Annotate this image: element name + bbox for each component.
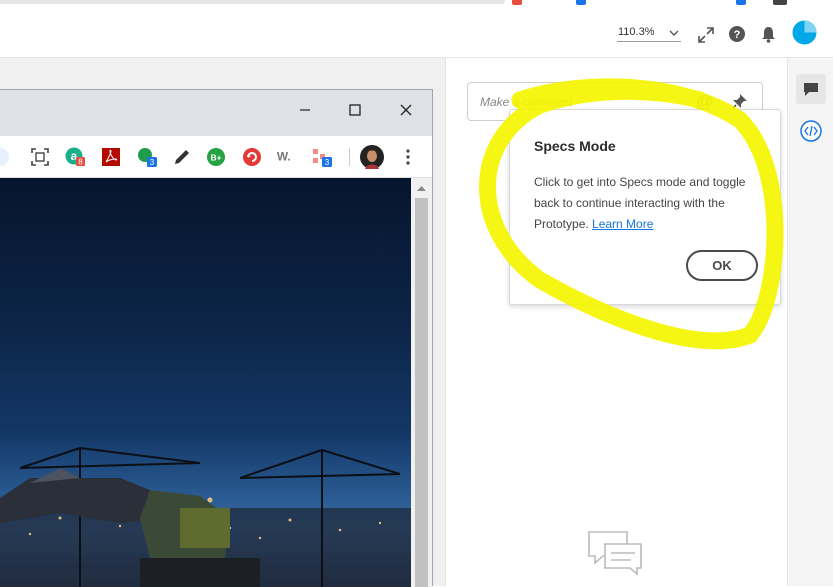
more-vertical-icon[interactable] — [398, 147, 418, 167]
a-extension-icon[interactable]: a 8 — [65, 147, 85, 167]
svg-text:3: 3 — [325, 158, 330, 167]
scroll-up-icon[interactable] — [416, 184, 427, 192]
refresh-extension-icon[interactable] — [242, 147, 262, 167]
screenshot-icon[interactable] — [30, 147, 50, 167]
toolbar-separator — [349, 148, 350, 166]
top-scroll-indicator — [0, 0, 505, 4]
help-icon[interactable]: ? — [728, 25, 746, 43]
comments-empty-icon — [588, 531, 642, 576]
zoom-select[interactable]: 110.3% — [617, 25, 681, 42]
pencil-extension-icon[interactable] — [172, 147, 192, 167]
maximize-icon[interactable] — [340, 98, 370, 122]
specs-mode-icon[interactable] — [800, 120, 822, 142]
green-dot-extension-icon[interactable]: 3 — [137, 147, 157, 167]
popover-title: Specs Mode — [534, 138, 616, 154]
scrollbar-thumb[interactable] — [415, 198, 428, 587]
viewport-scrollbar[interactable] — [411, 178, 432, 587]
star-icon[interactable] — [0, 147, 10, 167]
comment-icon — [804, 83, 818, 96]
learn-more-link[interactable]: Learn More — [592, 217, 653, 231]
right-rail — [787, 58, 833, 586]
specs-mode-popover: Specs Mode Click to get into Specs mode … — [509, 109, 781, 305]
close-icon[interactable] — [391, 98, 421, 122]
svg-text:W.: W. — [277, 150, 291, 164]
tab-indicator-blue — [576, 0, 586, 5]
bell-icon[interactable] — [760, 25, 777, 43]
tab-indicator-red — [512, 0, 522, 5]
pdf-extension-icon[interactable] — [101, 147, 121, 167]
browser-titlebar — [0, 90, 432, 136]
top-strip — [0, 0, 833, 9]
popover-body: Click to get into Specs mode and toggle … — [534, 172, 770, 235]
zoom-value: 110.3% — [618, 26, 655, 38]
browser-window: a 8 3 B+ W. 3 — [0, 89, 433, 587]
share-extension-icon[interactable]: 3 — [312, 147, 332, 167]
fullscreen-icon[interactable] — [697, 26, 715, 44]
prototype-viewport[interactable] — [0, 178, 411, 587]
svg-text:8: 8 — [78, 158, 83, 167]
ok-button[interactable]: OK — [686, 250, 758, 281]
tab-indicator-dark — [773, 0, 787, 5]
profile-avatar[interactable] — [360, 145, 384, 169]
svg-text:B+: B+ — [210, 153, 221, 163]
app-header: 110.3% ? — [0, 9, 833, 58]
chevron-down-icon — [669, 30, 679, 36]
avatar[interactable] — [792, 20, 817, 45]
comment-placeholder: Make a comment — [480, 95, 573, 109]
svg-text:3: 3 — [150, 158, 155, 167]
comment-mode-button[interactable] — [796, 74, 826, 104]
w-extension-icon[interactable]: W. — [276, 147, 296, 167]
construction-scene-image — [0, 447, 411, 587]
minimize-icon[interactable] — [290, 98, 320, 122]
tab-indicator-blue-2 — [736, 0, 746, 5]
browser-toolbar: a 8 3 B+ W. 3 — [0, 136, 432, 178]
b-plus-extension-icon[interactable]: B+ — [206, 147, 226, 167]
svg-text:?: ? — [734, 29, 741, 41]
